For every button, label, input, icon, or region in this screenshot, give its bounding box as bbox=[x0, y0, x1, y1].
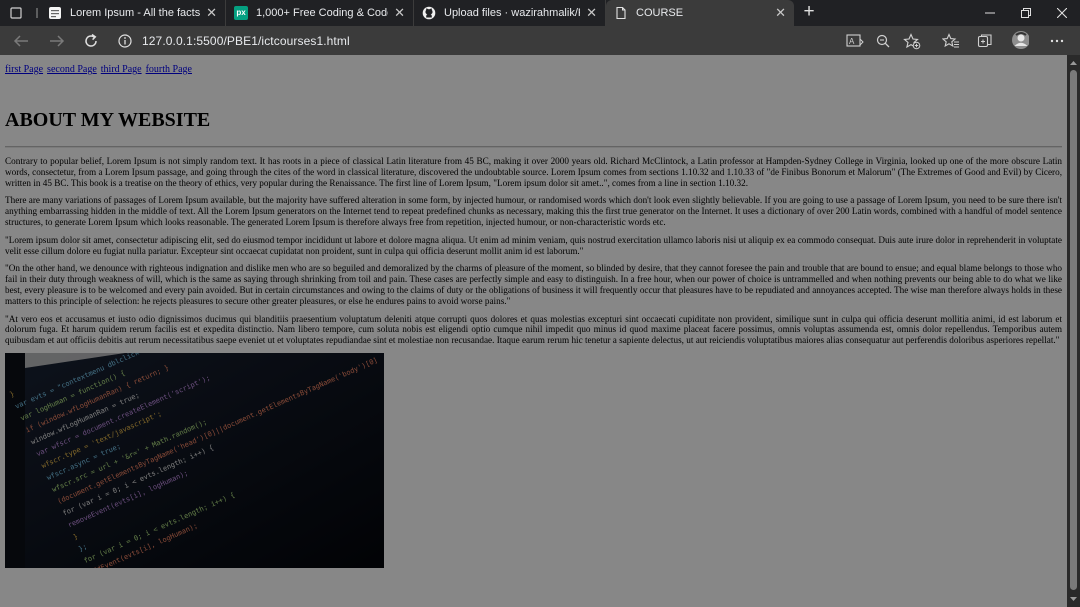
paragraph: "On the other hand, we denounce with rig… bbox=[5, 263, 1062, 306]
collections-button[interactable] bbox=[976, 32, 994, 50]
settings-menu-button[interactable] bbox=[1048, 32, 1066, 50]
nav-link-second-page[interactable]: second Page bbox=[47, 64, 97, 75]
immersive-reader-icon: A bbox=[846, 34, 864, 47]
close-icon[interactable]: ✕ bbox=[206, 5, 217, 21]
code-screenshot-graphic: }var evts = "contextmenu dblclick drag d… bbox=[5, 352, 384, 568]
back-arrow-icon bbox=[13, 34, 28, 47]
profile-button[interactable] bbox=[1011, 31, 1029, 49]
page-content: first Page second Page third Page fourth… bbox=[0, 55, 1067, 568]
url-text[interactable]: 127.0.0.1:5500/PBE1/ictcourses1.html bbox=[142, 34, 350, 48]
refresh-button[interactable] bbox=[80, 30, 102, 51]
paragraph: "Lorem ipsum dolor sit amet, consectetur… bbox=[5, 234, 1062, 256]
page-icon bbox=[614, 6, 628, 20]
forward-button[interactable] bbox=[46, 30, 68, 51]
tab-course[interactable]: COURSE ✕ bbox=[606, 0, 794, 26]
github-icon bbox=[422, 6, 436, 20]
tab-strip: Lorem Ipsum - All the facts - Lip ✕ px 1… bbox=[0, 0, 1080, 26]
immersive-reader-button[interactable]: A bbox=[846, 32, 864, 50]
page-viewport: first Page second Page third Page fourth… bbox=[0, 55, 1067, 607]
page-title: ABOUT MY WEBSITE bbox=[5, 109, 211, 131]
svg-text:A: A bbox=[849, 37, 855, 46]
add-favorite-button[interactable] bbox=[903, 32, 921, 50]
refresh-icon bbox=[85, 33, 97, 47]
paragraph: There are many variations of passages of… bbox=[5, 195, 1062, 227]
new-tab-button[interactable]: + bbox=[799, 2, 819, 23]
divider bbox=[5, 146, 1062, 148]
tab-actions-icon bbox=[10, 7, 22, 19]
zoom-icon bbox=[876, 34, 890, 48]
close-icon[interactable]: ✕ bbox=[394, 5, 405, 21]
minimize-icon bbox=[985, 12, 995, 14]
restore-button[interactable] bbox=[1008, 0, 1044, 26]
close-icon[interactable]: ✕ bbox=[775, 5, 786, 21]
tab-title: 1,000+ Free Coding & Code Ima bbox=[256, 7, 388, 19]
info-icon[interactable] bbox=[118, 33, 132, 48]
collections-icon bbox=[977, 34, 992, 48]
favorites-icon bbox=[942, 33, 959, 48]
star-add-icon bbox=[903, 32, 921, 49]
tab-title: Upload files · wazirahmalik/PBE1 bbox=[444, 7, 580, 19]
nav-link-third-page[interactable]: third Page bbox=[101, 64, 142, 75]
code-image: }var evts = "contextmenu dblclick drag d… bbox=[5, 352, 384, 568]
more-icon bbox=[1050, 39, 1064, 43]
restore-icon bbox=[1021, 8, 1031, 18]
zoom-button[interactable] bbox=[874, 32, 892, 50]
browser-toolbar: 127.0.0.1:5500/PBE1/ictcourses1.html A bbox=[0, 26, 1080, 55]
nav-link-fourth-page[interactable]: fourth Page bbox=[146, 64, 192, 75]
paragraph: Contrary to popular belief, Lorem Ipsum … bbox=[5, 156, 1062, 188]
nav-link-first-page[interactable]: first Page bbox=[5, 64, 43, 75]
scrollbar-thumb[interactable] bbox=[1070, 70, 1077, 590]
scroll-down-icon[interactable] bbox=[1069, 595, 1078, 604]
favorites-button[interactable] bbox=[942, 32, 960, 50]
tab-actions-button[interactable] bbox=[4, 0, 28, 26]
minimize-button[interactable] bbox=[972, 0, 1008, 26]
tab-github[interactable]: Upload files · wazirahmalik/PBE1 ✕ bbox=[414, 0, 606, 26]
address-bar[interactable]: 127.0.0.1:5500/PBE1/ictcourses1.html bbox=[118, 31, 938, 50]
tab-title: Lorem Ipsum - All the facts - Lip bbox=[70, 7, 201, 19]
pexels-icon: px bbox=[234, 6, 248, 20]
close-window-button[interactable] bbox=[1044, 0, 1080, 26]
close-icon[interactable]: ✕ bbox=[586, 5, 597, 21]
page-nav: first Page second Page third Page fourth… bbox=[5, 59, 1062, 77]
forward-arrow-icon bbox=[50, 34, 65, 47]
lipsum-icon bbox=[48, 6, 62, 20]
close-icon bbox=[1057, 8, 1067, 18]
tab-lorem-ipsum[interactable]: Lorem Ipsum - All the facts - Lip ✕ bbox=[40, 0, 226, 26]
scroll-up-icon[interactable] bbox=[1069, 58, 1078, 67]
tab-title: COURSE bbox=[636, 7, 684, 19]
vertical-scrollbar[interactable] bbox=[1067, 55, 1080, 607]
back-button[interactable] bbox=[10, 30, 32, 51]
avatar bbox=[1012, 31, 1029, 49]
paragraph: "At vero eos et accusamus et iusto odio … bbox=[5, 313, 1062, 346]
tab-pexels[interactable]: px 1,000+ Free Coding & Code Ima ✕ bbox=[226, 0, 414, 26]
